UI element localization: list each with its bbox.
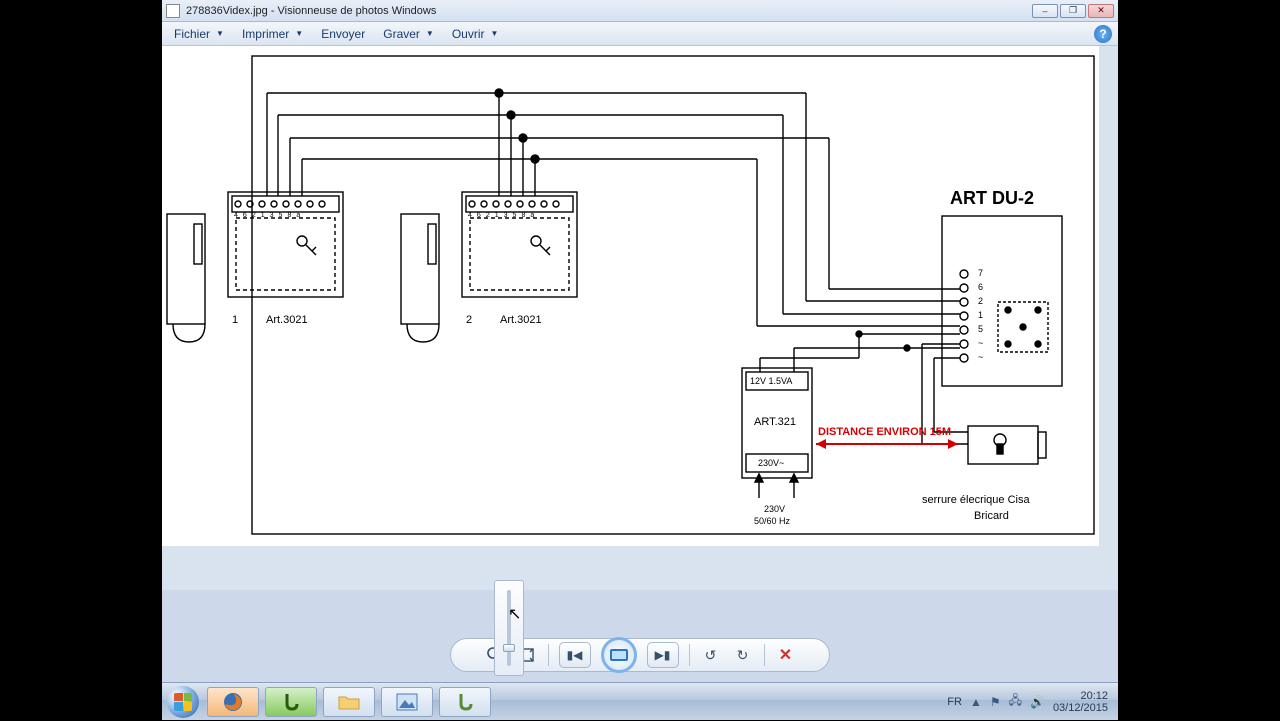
du2-term-1: 1 xyxy=(978,310,983,320)
tray-action-center-icon[interactable]: ⚑ xyxy=(990,695,1001,709)
titlebar: 278836Videx.jpg - Visionneuse de photos … xyxy=(162,0,1118,22)
menu-burn[interactable]: Graver▼ xyxy=(377,25,440,43)
menu-email[interactable]: Envoyer xyxy=(315,25,371,43)
psu-top: 12V 1.5VA xyxy=(750,376,792,386)
du2-term-ac2: ~ xyxy=(978,352,983,362)
taskbar: FR ▲ ⚑ 🖧 🔊 20:12 03/12/2015 xyxy=(162,682,1118,720)
du2-term-ac1: ~ xyxy=(978,338,983,348)
psu-mains2: 50/60 Hz xyxy=(754,516,790,526)
wiring-diagram xyxy=(162,46,1099,546)
app-icon xyxy=(166,4,180,18)
du2-term-6: 6 xyxy=(978,282,983,292)
start-button[interactable] xyxy=(162,683,204,721)
du2-title: ART DU-2 xyxy=(950,188,1034,209)
lock-label-2: Bricard xyxy=(974,510,1009,522)
taskbar-camtasia[interactable] xyxy=(265,687,317,717)
separator xyxy=(764,644,765,666)
unit2-model: Art.3021 xyxy=(500,314,542,326)
delete-button[interactable]: ✕ xyxy=(775,644,797,666)
system-tray: FR ▲ ⚑ 🖧 🔊 20:12 03/12/2015 xyxy=(947,690,1118,714)
zoom-slider[interactable] xyxy=(494,580,524,676)
tray-flag-icon[interactable]: ▲ xyxy=(970,695,982,709)
du2-term-5: 5 xyxy=(978,324,983,334)
du2-term-2: 2 xyxy=(978,296,983,306)
taskbar-firefox[interactable] xyxy=(207,687,259,717)
psu-bottom: 230V~ xyxy=(758,458,784,468)
unit2-terms: 4621358a xyxy=(468,212,539,219)
previous-button[interactable]: ▮◀ xyxy=(559,642,591,668)
help-icon[interactable]: ? xyxy=(1094,25,1112,43)
taskbar-camtasia-2[interactable] xyxy=(439,687,491,717)
menubar: Fichier▼ Imprimer▼ Envoyer Graver▼ Ouvri… xyxy=(162,22,1118,46)
language-indicator[interactable]: FR xyxy=(947,696,962,708)
rotate-ccw-button[interactable]: ↺ xyxy=(700,644,722,666)
tray-time: 20:12 xyxy=(1053,690,1108,702)
rotate-cw-button[interactable]: ↻ xyxy=(732,644,754,666)
windows-orb-icon xyxy=(167,686,199,718)
tray-network-icon[interactable]: 🖧 xyxy=(1009,691,1022,712)
unit1-number: 1 xyxy=(232,314,238,326)
displayed-image: ART DU-2 1 Art.3021 2 Art.3021 12V 1.5VA… xyxy=(162,46,1099,546)
separator xyxy=(689,644,690,666)
taskbar-photo-viewer[interactable] xyxy=(381,687,433,717)
unit2-number: 2 xyxy=(466,314,472,326)
psu-mains1: 230V xyxy=(764,504,785,514)
next-button[interactable]: ▶▮ xyxy=(647,642,679,668)
close-button[interactable]: ✕ xyxy=(1088,4,1114,18)
separator xyxy=(548,644,549,666)
unit1-model: Art.3021 xyxy=(266,314,308,326)
tray-clock[interactable]: 20:12 03/12/2015 xyxy=(1053,690,1108,714)
slideshow-button[interactable] xyxy=(601,637,637,673)
window-title: 278836Videx.jpg - Visionneuse de photos … xyxy=(186,5,436,17)
menu-print[interactable]: Imprimer▼ xyxy=(236,25,309,43)
taskbar-explorer[interactable] xyxy=(323,687,375,717)
distance-label: DISTANCE ENVIRON 15M xyxy=(818,426,951,438)
menu-file[interactable]: Fichier▼ xyxy=(168,25,230,43)
menu-open[interactable]: Ouvrir▼ xyxy=(446,25,505,43)
unit1-terms: 4621358a xyxy=(234,212,305,219)
du2-term-7: 7 xyxy=(978,268,983,278)
tray-volume-icon[interactable]: 🔊 xyxy=(1030,695,1045,709)
psu-model: ART.321 xyxy=(754,416,796,428)
lock-label-1: serrure élecrique Cisa xyxy=(922,494,1030,506)
zoom-thumb[interactable] xyxy=(503,644,515,652)
maximize-button[interactable]: ❐ xyxy=(1060,4,1086,18)
minimize-button[interactable]: – xyxy=(1032,4,1058,18)
tray-date: 03/12/2015 xyxy=(1053,702,1108,714)
